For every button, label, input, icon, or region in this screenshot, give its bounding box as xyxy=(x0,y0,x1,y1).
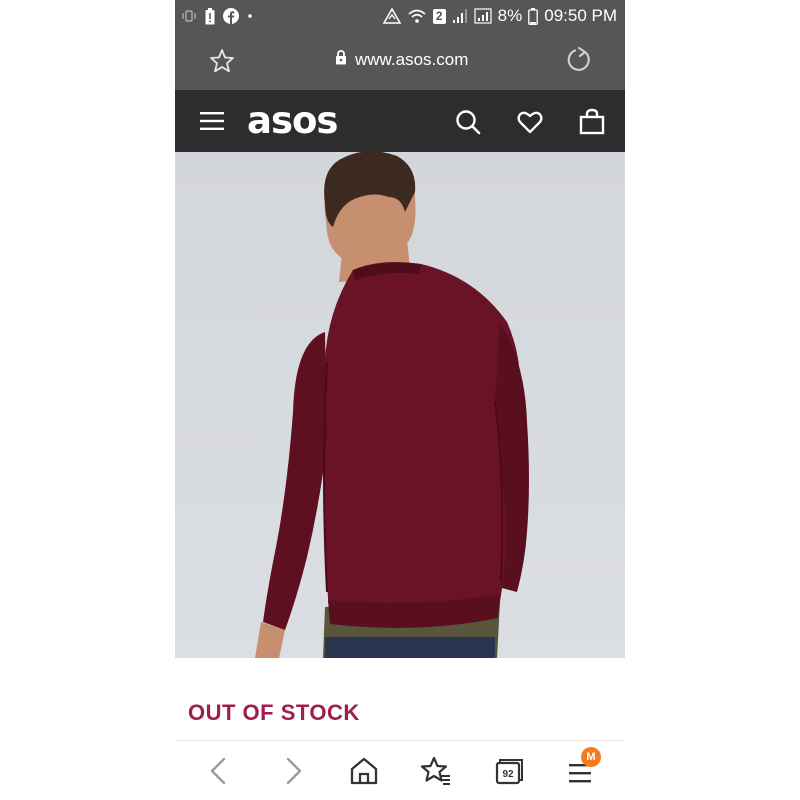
phone-screen: 2 8% 09:50 PM www.asos.com asos OUT OF S… xyxy=(175,0,625,800)
battery-alert-icon xyxy=(205,7,215,25)
lock-icon xyxy=(335,50,347,70)
browser-bottom-nav: 92 M xyxy=(175,741,625,800)
wifi-badge: 2 xyxy=(432,8,446,24)
menu-badge: M xyxy=(581,747,601,767)
url-field[interactable]: www.asos.com xyxy=(335,50,468,70)
forward-icon[interactable] xyxy=(275,755,309,787)
menu-icon[interactable] xyxy=(199,108,225,134)
clock: 09:50 PM xyxy=(544,6,617,25)
back-icon[interactable] xyxy=(203,755,237,787)
facebook-icon xyxy=(223,8,239,24)
search-icon[interactable] xyxy=(455,109,481,135)
stock-status-text: OUT OF STOCK xyxy=(188,700,360,725)
battery-percent: 8% xyxy=(497,6,523,25)
site-header: asos xyxy=(175,90,625,152)
bag-icon[interactable] xyxy=(579,108,605,135)
sync-icon xyxy=(382,8,401,24)
bookmarks-icon[interactable] xyxy=(419,755,453,787)
home-icon[interactable] xyxy=(347,755,381,787)
tab-count: 92 xyxy=(502,769,514,780)
signal-icon-2 xyxy=(474,8,492,24)
wifi-icon xyxy=(407,8,427,24)
browser-url-bar: www.asos.com xyxy=(175,32,625,90)
bookmark-star-icon[interactable] xyxy=(209,48,235,74)
heart-icon[interactable] xyxy=(517,109,543,135)
status-bar: 2 8% 09:50 PM xyxy=(175,0,625,32)
vibrate-icon xyxy=(181,9,197,23)
dot-icon xyxy=(247,13,253,19)
url-text: www.asos.com xyxy=(355,50,469,69)
tabs-icon[interactable]: 92 xyxy=(491,755,525,787)
reload-icon[interactable] xyxy=(563,45,593,75)
product-image[interactable] xyxy=(175,151,625,658)
battery-icon xyxy=(528,7,539,25)
signal-icon xyxy=(452,8,468,24)
asos-logo[interactable]: asos xyxy=(247,99,338,142)
